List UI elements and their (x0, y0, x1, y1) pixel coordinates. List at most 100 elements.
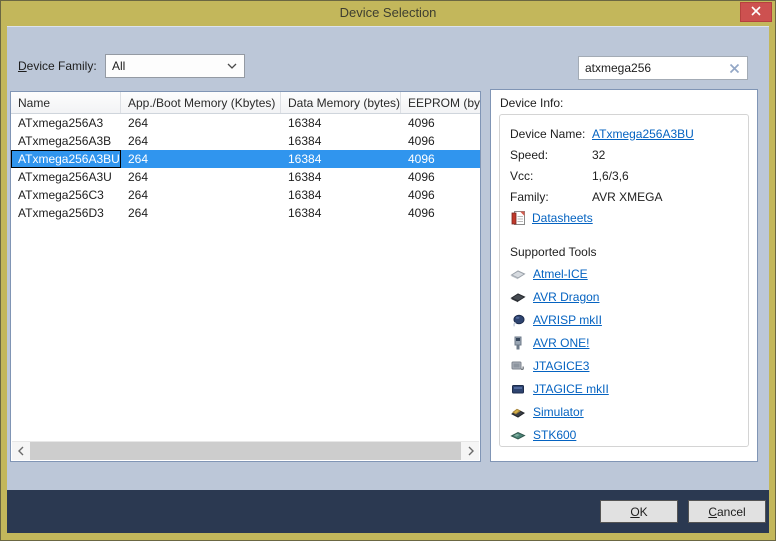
device-info-title: Device Info: (491, 90, 757, 110)
tool-link[interactable]: AVR Dragon (533, 290, 599, 304)
device-value-cell: 16384 (281, 150, 401, 168)
device-info-field: Speed:32 (510, 144, 742, 165)
close-icon (751, 5, 761, 19)
window-title: Device Selection (0, 0, 776, 25)
device-info-field: Device Name:ATxmega256A3BU (510, 123, 742, 144)
pdf-icon (510, 210, 526, 226)
tool-link[interactable]: AVRISP mkII (533, 313, 602, 327)
device-name-cell: ATxmega256C3 (11, 186, 121, 204)
device-value-cell: 264 (121, 186, 281, 204)
device-family-value: All (106, 59, 227, 73)
close-button[interactable] (740, 2, 772, 22)
scrollbar-thumb[interactable] (30, 442, 461, 460)
simulator-icon (510, 404, 526, 420)
device-info-panel: Device Info: Device Name:ATxmega256A3BUS… (490, 89, 758, 462)
tool-link[interactable]: JTAGICE3 (533, 359, 589, 373)
device-value-cell: 16384 (281, 204, 401, 222)
device-value-cell: 16384 (281, 132, 401, 150)
avr-one-icon (510, 335, 526, 351)
tool-item: Atmel-ICE (510, 266, 742, 282)
horizontal-scrollbar[interactable] (12, 441, 479, 460)
field-value: AVR XMEGA (592, 190, 662, 204)
jtagice3-icon (510, 358, 526, 374)
device-value-cell: 4096 (401, 150, 480, 168)
device-value-cell: 4096 (401, 168, 480, 186)
datasheets-link[interactable]: Datasheets (532, 211, 593, 225)
device-value-cell: 16384 (281, 114, 401, 132)
device-name-cell: ATxmega256A3U (11, 168, 121, 186)
tool-link[interactable]: STK600 (533, 428, 576, 442)
tool-item: JTAGICE mkII (510, 381, 742, 397)
clear-search-icon[interactable] (725, 63, 747, 74)
tool-link[interactable]: Simulator (533, 405, 584, 419)
device-name-cell: ATxmega256A3B (11, 132, 121, 150)
device-value-cell: 4096 (401, 114, 480, 132)
supported-tools-list: Atmel-ICE AVR Dragon AVRISP mkII AVR ONE! JT… (510, 266, 742, 443)
tool-item: STK600 (510, 427, 742, 443)
field-value: 1,6/3,6 (592, 169, 629, 183)
button-bar: OK Cancel (7, 490, 769, 533)
table-body: ATxmega256A3264163844096ATxmega256A3B264… (11, 114, 480, 222)
avr-dragon-icon (510, 289, 526, 305)
field-label: Vcc: (510, 169, 592, 183)
table-row[interactable]: ATxmega256A3U264163844096 (11, 168, 480, 186)
ok-button[interactable]: OK (600, 500, 678, 523)
column-header-2[interactable]: Data Memory (bytes) (281, 92, 401, 113)
device-name-cell: ATxmega256A3 (11, 114, 121, 132)
tool-item: AVR ONE! (510, 335, 742, 351)
tool-item: Simulator (510, 404, 742, 420)
device-value-cell: 4096 (401, 186, 480, 204)
field-value: 32 (592, 148, 605, 162)
device-search-box (578, 56, 748, 80)
device-value-cell: 16384 (281, 168, 401, 186)
device-info-field: Family:AVR XMEGA (510, 186, 742, 207)
device-value-cell: 4096 (401, 204, 480, 222)
device-table: NameApp./Boot Memory (Kbytes)Data Memory… (10, 91, 481, 462)
device-info-fields: Device Name:ATxmega256A3BUSpeed:32Vcc:1,… (510, 123, 742, 207)
stk600-icon (510, 427, 526, 443)
table-header-row: NameApp./Boot Memory (Kbytes)Data Memory… (11, 92, 480, 114)
device-value-cell: 264 (121, 204, 281, 222)
table-row[interactable]: ATxmega256C3264163844096 (11, 186, 480, 204)
supported-tools-title: Supported Tools (510, 245, 742, 259)
table-row[interactable]: ATxmega256D3264163844096 (11, 204, 480, 222)
device-value-cell: 264 (121, 114, 281, 132)
device-name-link[interactable]: ATxmega256A3BU (592, 127, 694, 141)
datasheets-row: Datasheets (510, 207, 742, 229)
column-header-0[interactable]: Name (11, 92, 121, 113)
column-header-1[interactable]: App./Boot Memory (Kbytes) (121, 92, 281, 113)
table-row[interactable]: ATxmega256A3B264163844096 (11, 132, 480, 150)
tool-link[interactable]: Atmel-ICE (533, 267, 588, 281)
field-label: Family: (510, 190, 592, 204)
scroll-right-icon[interactable] (462, 442, 479, 460)
avrisp-mkii-icon (510, 312, 526, 328)
device-info-field: Vcc:1,6/3,6 (510, 165, 742, 186)
device-name-cell: ATxmega256D3 (11, 204, 121, 222)
tool-link[interactable]: AVR ONE! (533, 336, 589, 350)
title-bar[interactable]: Device Selection (0, 0, 776, 26)
device-family-select[interactable]: All (105, 54, 245, 78)
device-name-cell: ATxmega256A3BU (11, 150, 121, 168)
device-value-cell: 4096 (401, 132, 480, 150)
device-value-cell: 264 (121, 150, 281, 168)
tool-item: AVR Dragon (510, 289, 742, 305)
search-input[interactable] (579, 61, 725, 75)
column-header-3[interactable]: EEPROM (bytes) (401, 92, 480, 113)
jtagice-mkii-icon (510, 381, 526, 397)
device-value-cell: 264 (121, 132, 281, 150)
device-family-label: Device Family: (18, 59, 97, 73)
cancel-button[interactable]: Cancel (688, 500, 766, 523)
chevron-down-icon (227, 63, 244, 69)
device-value-cell: 264 (121, 168, 281, 186)
field-label: Device Name: (510, 127, 592, 141)
table-row[interactable]: ATxmega256A3264163844096 (11, 114, 480, 132)
table-row[interactable]: ATxmega256A3BU264163844096 (11, 150, 480, 168)
tool-link[interactable]: JTAGICE mkII (533, 382, 609, 396)
dialog-content: Device Family: All NameApp./Boot Memory … (7, 26, 769, 490)
device-selection-dialog: Device Selection Device Family: All Name… (0, 0, 776, 541)
tool-item: JTAGICE3 (510, 358, 742, 374)
scroll-left-icon[interactable] (12, 442, 29, 460)
device-info-box: Device Name:ATxmega256A3BUSpeed:32Vcc:1,… (499, 114, 749, 447)
field-label: Speed: (510, 148, 592, 162)
device-value-cell: 16384 (281, 186, 401, 204)
